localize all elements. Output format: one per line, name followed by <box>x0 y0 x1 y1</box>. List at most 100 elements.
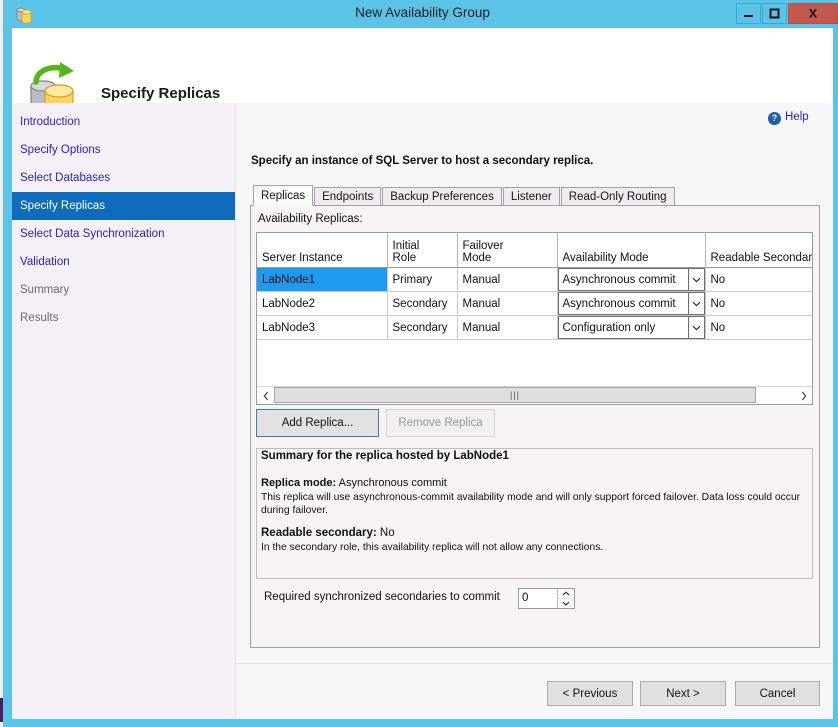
help-link[interactable]: Help <box>785 111 809 123</box>
column-header-availability-mode[interactable]: Availability Mode <box>557 233 705 268</box>
scrollbar-track[interactable]: ||| <box>274 387 795 404</box>
cell-initial-role[interactable]: Secondary <box>387 316 457 340</box>
cell-text: LabNode3 <box>257 322 387 334</box>
scroll-right-icon[interactable] <box>795 387 812 404</box>
header-line-1: Server Instance <box>262 252 387 264</box>
summary-replica-mode-label: Replica mode: <box>261 477 336 489</box>
sidebar-item-specify-replicas[interactable]: Specify Replicas <box>12 192 235 220</box>
table-row[interactable]: LabNode2 Secondary Manual Asynchronous c… <box>257 292 812 316</box>
availability-mode-combobox[interactable]: Configuration only <box>558 316 705 339</box>
summary-title: Summary for the replica hosted by LabNod… <box>261 450 509 462</box>
cell-text: LabNode2 <box>257 298 387 310</box>
sidebar-item-validation[interactable]: Validation <box>12 248 235 276</box>
table-header-row: Server Instance Initial Role Failover Mo… <box>257 233 812 268</box>
required-synchronized-secondaries-stepper[interactable]: 0 <box>518 588 575 609</box>
summary-replica-mode-value: Asynchronous commit <box>339 477 447 489</box>
cell-failover-mode[interactable]: Manual <box>457 268 557 292</box>
minimize-button[interactable] <box>736 3 761 24</box>
footer-separator <box>236 663 833 664</box>
sidebar-item-introduction[interactable]: Introduction <box>12 108 235 136</box>
summary-readable-secondary-line: Readable secondary: No <box>261 527 395 539</box>
header-line-2: Mode <box>463 252 557 264</box>
cell-server-instance[interactable]: LabNode3 <box>257 316 387 340</box>
next-button[interactable]: Next > <box>640 681 726 706</box>
column-header-failover-mode[interactable]: Failover Mode <box>457 233 557 268</box>
chevron-down-icon[interactable] <box>688 317 704 338</box>
screen: New Availability Group X Specify Replica… <box>0 0 838 727</box>
cell-availability-mode[interactable]: Asynchronous commit <box>557 292 705 316</box>
scroll-left-icon[interactable] <box>257 387 274 404</box>
stepper-buttons[interactable] <box>557 589 574 608</box>
close-button[interactable]: X <box>788 3 838 24</box>
availability-mode-combobox[interactable]: Asynchronous commit <box>558 292 705 315</box>
tab-backup-preferences[interactable]: Backup Preferences <box>382 187 502 206</box>
cell-server-instance[interactable]: LabNode2 <box>257 292 387 316</box>
cell-readable-secondary[interactable]: No <box>705 268 812 292</box>
cancel-button[interactable]: Cancel <box>735 681 820 706</box>
cell-text: Manual <box>458 274 557 286</box>
summary-readable-secondary-value: No <box>380 527 395 539</box>
column-header-readable-secondary[interactable]: Readable Secondary <box>705 233 812 268</box>
header-line-1: Failover <box>463 240 557 252</box>
scrollbar-thumb[interactable]: ||| <box>274 387 756 403</box>
chevron-down-icon[interactable] <box>688 269 704 290</box>
required-synchronized-secondaries-label: Required synchronized secondaries to com… <box>264 591 500 603</box>
sidebar-item-select-databases[interactable]: Select Databases <box>12 164 235 192</box>
combobox-value: Configuration only <box>559 322 688 334</box>
cell-text: Secondary <box>388 322 457 334</box>
sidebar-item-select-data-synchronization[interactable]: Select Data Synchronization <box>12 220 235 248</box>
minimize-icon <box>743 10 754 18</box>
chevron-up-icon[interactable] <box>558 589 574 599</box>
combobox-value: Asynchronous commit <box>559 298 688 310</box>
new-availability-group-dialog: New Availability Group X Specify Replica… <box>3 0 838 727</box>
cell-readable-secondary[interactable]: No <box>705 316 812 340</box>
tab-replicas[interactable]: Replicas <box>253 185 313 206</box>
tabstrip: Replicas Endpoints Backup Preferences Li… <box>253 186 676 206</box>
cell-failover-mode[interactable]: Manual <box>457 292 557 316</box>
chevron-down-icon[interactable] <box>558 599 574 608</box>
column-header-server-instance[interactable]: Server Instance <box>257 233 387 268</box>
cell-text: Primary <box>388 274 457 286</box>
summary-readable-secondary-label: Readable secondary: <box>261 527 377 539</box>
tab-read-only-routing[interactable]: Read-Only Routing <box>561 187 675 206</box>
maximize-button[interactable] <box>762 3 787 24</box>
cell-availability-mode[interactable]: Configuration only <box>557 316 705 340</box>
stepper-value[interactable]: 0 <box>519 589 557 608</box>
window-title: New Availability Group <box>12 5 833 20</box>
tab-listener[interactable]: Listener <box>503 187 560 206</box>
table-row[interactable]: LabNode1 Primary Manual Asynchronous com… <box>257 268 812 292</box>
remove-replica-button: Remove Replica <box>386 409 495 437</box>
cell-availability-mode[interactable]: Asynchronous commit <box>557 268 705 292</box>
add-replica-button[interactable]: Add Replica... <box>256 409 379 437</box>
header-line-1: Readable Secondary <box>711 252 812 264</box>
chevron-down-icon[interactable] <box>688 293 704 314</box>
grid-horizontal-scrollbar[interactable]: ||| <box>257 386 812 404</box>
summary-readable-secondary-description: In the secondary role, this availability… <box>261 541 807 554</box>
cell-initial-role[interactable]: Secondary <box>387 292 457 316</box>
header-line-1: Initial <box>393 240 457 252</box>
wizard-step-list: Introduction Specify Options Select Data… <box>12 103 235 719</box>
table-row[interactable]: LabNode3 Secondary Manual Configuration … <box>257 316 812 340</box>
cell-initial-role[interactable]: Primary <box>387 268 457 292</box>
cell-text: Secondary <box>388 298 457 310</box>
availability-replicas-grid[interactable]: Server Instance Initial Role Failover Mo… <box>256 232 813 405</box>
cell-failover-mode[interactable]: Manual <box>457 316 557 340</box>
availability-mode-combobox[interactable]: Asynchronous commit <box>558 268 705 291</box>
cell-text: Manual <box>458 298 557 310</box>
cell-text: LabNode1 <box>257 274 387 286</box>
tab-endpoints[interactable]: Endpoints <box>314 187 381 206</box>
sidebar-item-specify-options[interactable]: Specify Options <box>12 136 235 164</box>
wizard-header: Specify Replicas <box>12 28 833 103</box>
previous-button[interactable]: < Previous <box>547 681 633 706</box>
cell-readable-secondary[interactable]: No <box>705 292 812 316</box>
cell-text: No <box>706 322 812 334</box>
sidebar-item-summary: Summary <box>12 276 235 304</box>
replicas-table: Server Instance Initial Role Failover Mo… <box>257 233 813 340</box>
cell-server-instance[interactable]: LabNode1 <box>257 268 387 292</box>
maximize-icon <box>769 8 780 19</box>
page-title: Specify Replicas <box>101 85 220 102</box>
scrollbar-grip: ||| <box>510 390 520 400</box>
column-header-initial-role[interactable]: Initial Role <box>387 233 457 268</box>
help-icon[interactable]: ? <box>768 112 781 125</box>
summary-replica-mode-line: Replica mode: Asynchronous commit <box>261 477 447 489</box>
